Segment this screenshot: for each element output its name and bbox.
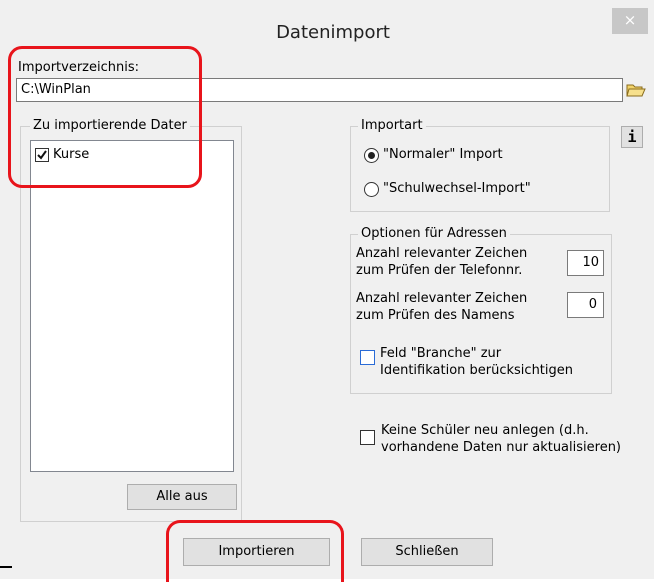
folder-open-icon [626,84,646,97]
bottom-left-line [0,566,12,568]
name-chars-input[interactable]: 0 [567,292,604,318]
phone-chars-input[interactable]: 10 [567,250,604,276]
phone-chars-value: 10 [582,255,599,270]
phone-chars-label-line1: Anzahl relevanter Zeichen [356,246,528,261]
name-chars-label-line2: zum Prüfen des Namens [356,308,515,323]
close-window-button[interactable]: × [612,8,648,34]
deselect-all-button[interactable]: Alle aus [127,484,237,510]
normal-import-radio[interactable] [364,148,379,163]
no-new-students-label-line1: Keine Schüler neu anlegen (d.h. [381,423,589,438]
school-change-import-radio[interactable] [364,182,379,197]
title-bar: Datenimport × [0,0,654,43]
branche-checkbox[interactable] [360,350,375,365]
no-new-students-checkbox[interactable] [360,430,375,445]
highlight-import-dir [8,46,202,188]
radio-selected-dot [368,152,375,159]
window-title: Datenimport [276,22,390,43]
no-new-students-label-line2: vorhandene Daten nur aktualisieren) [381,440,621,455]
name-chars-value: 0 [588,297,597,312]
branche-label-line2: Identifikation berücksichtigen [380,363,574,378]
import-dialog: Datenimport × Importverzeichnis: C:\WinP… [0,0,654,582]
normal-import-label: "Normaler" Import [383,147,503,162]
phone-chars-label-line2: zum Prüfen der Telefonnr. [356,263,523,278]
name-chars-label-line1: Anzahl relevanter Zeichen [356,291,528,306]
info-button[interactable]: i [621,126,643,148]
school-change-import-label: "Schulwechsel-Import" [383,181,531,196]
address-options-legend: Optionen für Adressen [358,226,510,241]
import-type-group [350,126,610,212]
files-list[interactable]: Kurse [30,140,234,472]
import-type-legend: Importart [358,118,426,133]
folder-browse-button[interactable] [625,80,647,100]
close-button[interactable]: Schließen [361,538,493,566]
branche-label-line1: Feld "Branche" zur [380,346,502,361]
highlight-import-button [166,520,344,582]
